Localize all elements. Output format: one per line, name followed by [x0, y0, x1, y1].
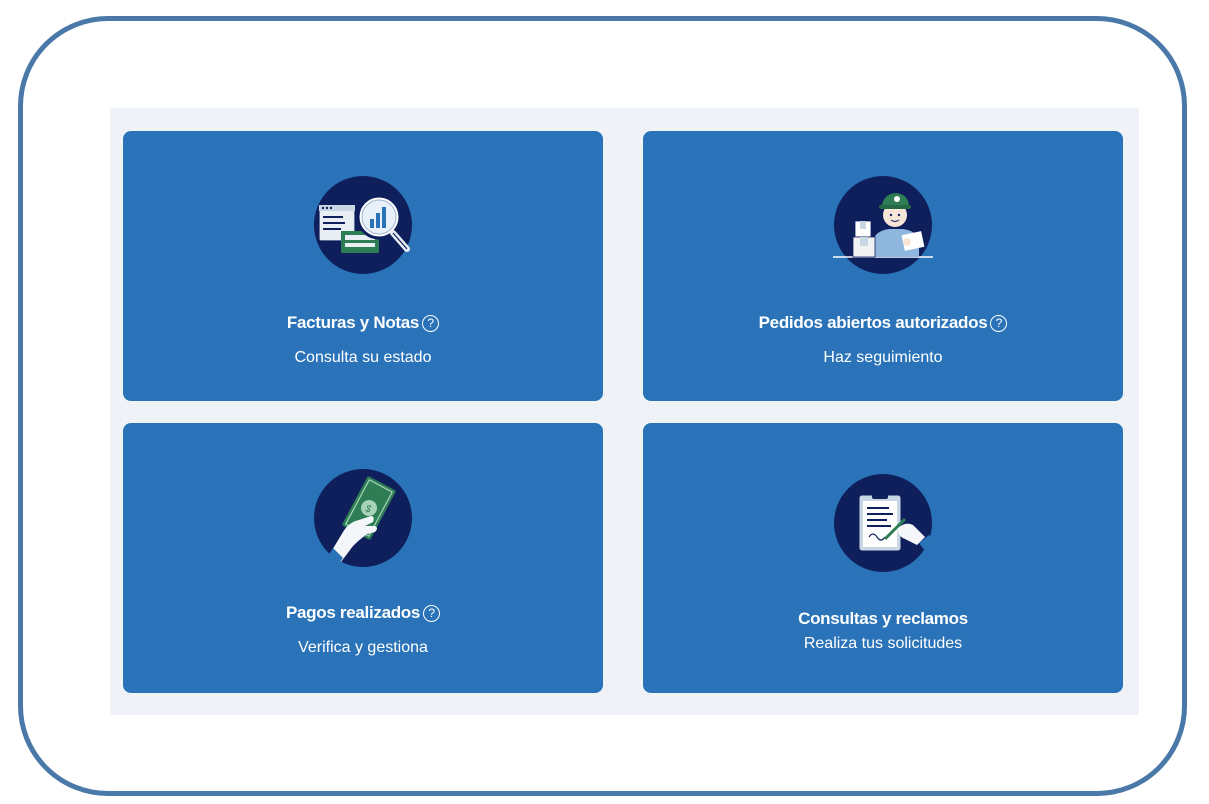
card-title-row: Consultas y reclamos [643, 609, 1123, 629]
help-icon[interactable]: ? [422, 315, 440, 332]
card-pagos-realizados[interactable]: $ Pagos realizados? Verifica y gestiona [123, 423, 603, 693]
card-title: Consultas y reclamos [798, 609, 968, 628]
help-icon[interactable]: ? [423, 605, 441, 622]
card-title-row: Facturas y Notas? [123, 313, 603, 333]
card-title: Pedidos abiertos autorizados [758, 313, 988, 332]
card-subtitle: Realiza tus solicitudes [803, 635, 963, 652]
card-title: Pagos realizados [285, 603, 421, 622]
invoice-search-icon [313, 175, 413, 275]
card-subtitle: Verifica y gestiona [298, 639, 428, 656]
card-subtitle: Consulta su estado [294, 349, 432, 366]
delivery-person-icon [833, 175, 933, 275]
card-title-row: Pagos realizados? [123, 603, 603, 623]
clipboard-sign-icon [833, 473, 933, 573]
card-title: Facturas y Notas [286, 313, 420, 332]
help-icon[interactable]: ? [990, 315, 1008, 332]
card-subtitle: Haz seguimiento [823, 349, 943, 366]
card-title-row: Pedidos abiertos autorizados? [643, 313, 1123, 333]
card-facturas-notas[interactable]: Facturas y Notas? Consulta su estado [123, 131, 603, 401]
card-consultas-reclamos[interactable]: Consultas y reclamos Realiza tus solicit… [643, 423, 1123, 693]
payment-hand-icon: $ [313, 468, 413, 568]
card-pedidos-abiertos[interactable]: Pedidos abiertos autorizados? Haz seguim… [643, 131, 1123, 401]
